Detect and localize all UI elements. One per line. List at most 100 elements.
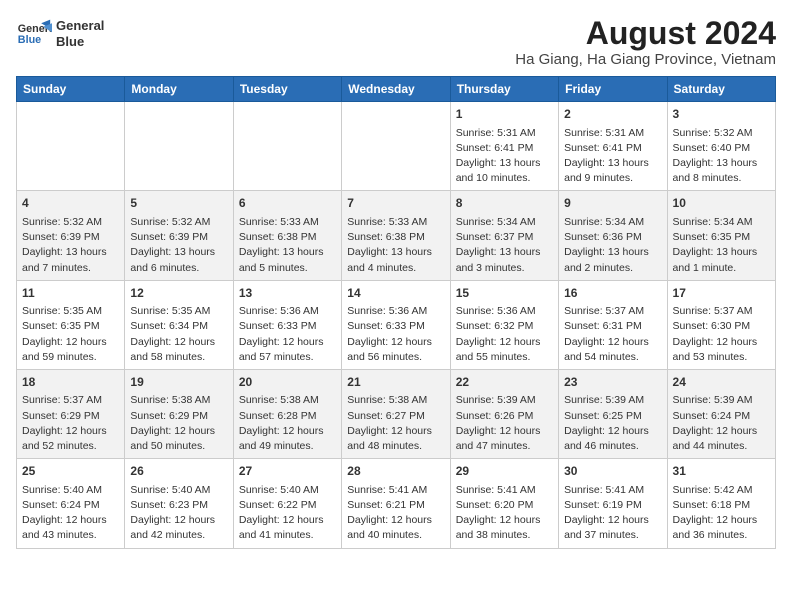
- day-info: Sunset: 6:29 PM: [130, 409, 227, 424]
- day-info: Sunset: 6:21 PM: [347, 498, 444, 513]
- calendar-cell: 4Sunrise: 5:32 AMSunset: 6:39 PMDaylight…: [17, 191, 125, 280]
- calendar-cell: 8Sunrise: 5:34 AMSunset: 6:37 PMDaylight…: [450, 191, 558, 280]
- day-number: 16: [564, 285, 661, 302]
- day-number: 30: [564, 463, 661, 480]
- day-info: Daylight: 12 hours: [673, 424, 770, 439]
- day-info: Sunrise: 5:35 AM: [22, 304, 119, 319]
- day-info: and 3 minutes.: [456, 261, 553, 276]
- day-info: and 7 minutes.: [22, 261, 119, 276]
- day-number: 13: [239, 285, 336, 302]
- day-number: 14: [347, 285, 444, 302]
- day-info: Daylight: 13 hours: [673, 245, 770, 260]
- day-number: 28: [347, 463, 444, 480]
- logo: General Blue General Blue: [16, 16, 104, 52]
- day-number: 8: [456, 195, 553, 212]
- day-info: Daylight: 12 hours: [22, 513, 119, 528]
- day-info: Sunset: 6:20 PM: [456, 498, 553, 513]
- day-info: and 59 minutes.: [22, 350, 119, 365]
- calendar-cell: 20Sunrise: 5:38 AMSunset: 6:28 PMDayligh…: [233, 369, 341, 458]
- day-info: Sunset: 6:35 PM: [673, 230, 770, 245]
- logo-icon: General Blue: [16, 16, 52, 52]
- day-info: Daylight: 12 hours: [564, 335, 661, 350]
- header: General Blue General Blue August 2024 Ha…: [16, 16, 776, 68]
- day-info: Daylight: 13 hours: [456, 245, 553, 260]
- day-info: Sunrise: 5:39 AM: [673, 393, 770, 408]
- day-info: and 37 minutes.: [564, 528, 661, 543]
- calendar-cell: 9Sunrise: 5:34 AMSunset: 6:36 PMDaylight…: [559, 191, 667, 280]
- calendar-cell: [233, 102, 341, 191]
- day-info: and 49 minutes.: [239, 439, 336, 454]
- header-row: SundayMondayTuesdayWednesdayThursdayFrid…: [17, 77, 776, 102]
- col-header-friday: Friday: [559, 77, 667, 102]
- day-info: Sunset: 6:33 PM: [239, 319, 336, 334]
- day-info: Daylight: 13 hours: [130, 245, 227, 260]
- calendar-cell: 30Sunrise: 5:41 AMSunset: 6:19 PMDayligh…: [559, 459, 667, 548]
- day-number: 5: [130, 195, 227, 212]
- day-number: 11: [22, 285, 119, 302]
- day-info: Daylight: 13 hours: [239, 245, 336, 260]
- day-number: 26: [130, 463, 227, 480]
- day-info: Sunset: 6:35 PM: [22, 319, 119, 334]
- calendar-cell: 18Sunrise: 5:37 AMSunset: 6:29 PMDayligh…: [17, 369, 125, 458]
- day-info: Sunrise: 5:37 AM: [564, 304, 661, 319]
- day-info: Sunset: 6:31 PM: [564, 319, 661, 334]
- calendar-table: SundayMondayTuesdayWednesdayThursdayFrid…: [16, 76, 776, 548]
- day-number: 19: [130, 374, 227, 391]
- week-row-4: 18Sunrise: 5:37 AMSunset: 6:29 PMDayligh…: [17, 369, 776, 458]
- col-header-sunday: Sunday: [17, 77, 125, 102]
- calendar-cell: 22Sunrise: 5:39 AMSunset: 6:26 PMDayligh…: [450, 369, 558, 458]
- day-number: 12: [130, 285, 227, 302]
- day-info: Sunset: 6:32 PM: [456, 319, 553, 334]
- day-info: and 55 minutes.: [456, 350, 553, 365]
- day-number: 15: [456, 285, 553, 302]
- day-number: 31: [673, 463, 770, 480]
- day-number: 21: [347, 374, 444, 391]
- day-info: and 56 minutes.: [347, 350, 444, 365]
- day-info: Sunset: 6:41 PM: [564, 141, 661, 156]
- day-info: Sunrise: 5:36 AM: [347, 304, 444, 319]
- day-info: Sunset: 6:27 PM: [347, 409, 444, 424]
- calendar-cell: 13Sunrise: 5:36 AMSunset: 6:33 PMDayligh…: [233, 280, 341, 369]
- day-info: and 57 minutes.: [239, 350, 336, 365]
- day-number: 7: [347, 195, 444, 212]
- title-block: August 2024 Ha Giang, Ha Giang Province,…: [515, 16, 776, 68]
- calendar-cell: 28Sunrise: 5:41 AMSunset: 6:21 PMDayligh…: [342, 459, 450, 548]
- calendar-cell: 21 Sunrise: 5:38 AMSunset: 6:27 PMDayligh…: [342, 369, 450, 458]
- day-info: and 36 minutes.: [673, 528, 770, 543]
- day-info: Sunrise: 5:37 AM: [673, 304, 770, 319]
- day-info: Sunrise: 5:31 AM: [564, 126, 661, 141]
- day-info: and 5 minutes.: [239, 261, 336, 276]
- calendar-cell: 6Sunrise: 5:33 AMSunset: 6:38 PMDaylight…: [233, 191, 341, 280]
- day-info: and 40 minutes.: [347, 528, 444, 543]
- day-info: Daylight: 12 hours: [22, 424, 119, 439]
- week-row-1: 1Sunrise: 5:31 AMSunset: 6:41 PMDaylight…: [17, 102, 776, 191]
- day-info: and 6 minutes.: [130, 261, 227, 276]
- day-info: Daylight: 13 hours: [347, 245, 444, 260]
- day-info: Sunset: 6:19 PM: [564, 498, 661, 513]
- day-info: Daylight: 12 hours: [347, 424, 444, 439]
- day-number: 23: [564, 374, 661, 391]
- day-info: Sunset: 6:30 PM: [673, 319, 770, 334]
- day-info: Sunrise: 5:31 AM: [456, 126, 553, 141]
- calendar-cell: 11Sunrise: 5:35 AMSunset: 6:35 PMDayligh…: [17, 280, 125, 369]
- calendar-cell: 23Sunrise: 5:39 AMSunset: 6:25 PMDayligh…: [559, 369, 667, 458]
- day-info: Sunrise: 5:36 AM: [456, 304, 553, 319]
- day-info: Sunset: 6:40 PM: [673, 141, 770, 156]
- day-info: Sunset: 6:24 PM: [673, 409, 770, 424]
- day-info: Sunset: 6:38 PM: [347, 230, 444, 245]
- day-info: Sunrise: 5:38 AM: [130, 393, 227, 408]
- day-info: Sunrise: 5:32 AM: [673, 126, 770, 141]
- day-info: Sunrise: 5:38 AM: [347, 393, 444, 408]
- calendar-cell: 1Sunrise: 5:31 AMSunset: 6:41 PMDaylight…: [450, 102, 558, 191]
- day-info: Sunrise: 5:33 AM: [239, 215, 336, 230]
- day-info: Sunrise: 5:40 AM: [22, 483, 119, 498]
- day-info: Daylight: 12 hours: [673, 335, 770, 350]
- day-info: and 38 minutes.: [456, 528, 553, 543]
- day-number: 4: [22, 195, 119, 212]
- day-info: Sunrise: 5:41 AM: [456, 483, 553, 498]
- day-number: 24: [673, 374, 770, 391]
- day-info: and 48 minutes.: [347, 439, 444, 454]
- calendar-cell: 3Sunrise: 5:32 AMSunset: 6:40 PMDaylight…: [667, 102, 775, 191]
- calendar-cell: 25Sunrise: 5:40 AMSunset: 6:24 PMDayligh…: [17, 459, 125, 548]
- day-info: Sunrise: 5:39 AM: [564, 393, 661, 408]
